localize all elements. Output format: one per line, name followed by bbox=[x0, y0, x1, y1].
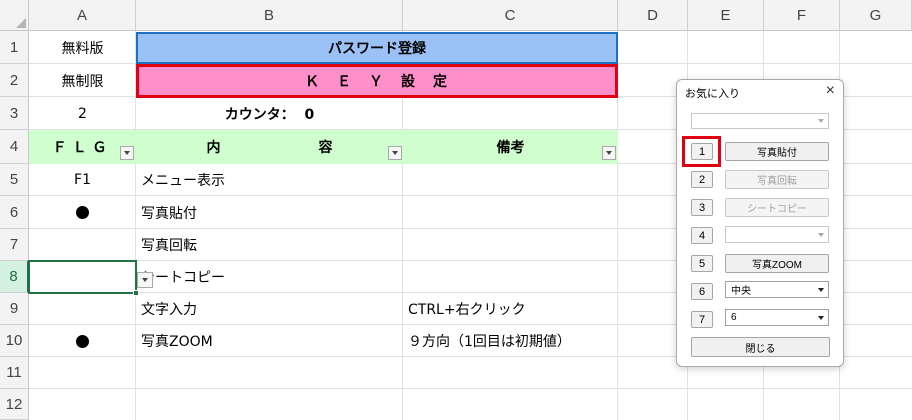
column-header-d[interactable]: D bbox=[618, 0, 688, 31]
cell-a10[interactable] bbox=[29, 325, 136, 357]
sheet-copy-button[interactable]: シートコピー bbox=[725, 198, 829, 217]
chevron-down-icon[interactable] bbox=[814, 228, 827, 241]
select-all-corner[interactable] bbox=[0, 0, 29, 31]
column-header-c[interactable]: C bbox=[403, 0, 618, 31]
cell-b6[interactable]: 写真貼付 bbox=[136, 196, 403, 229]
cell-c10[interactable]: ９方向（1回目は初期値） bbox=[403, 325, 618, 357]
row-header-6[interactable]: 6 bbox=[0, 196, 29, 229]
key-setting-cell[interactable]: Ｋ Ｅ Ｙ 設 定 bbox=[136, 64, 618, 98]
count-combo[interactable]: 6 bbox=[725, 309, 829, 326]
cell-b8[interactable]: シートコピー bbox=[136, 261, 403, 293]
number-button-7[interactable]: 7 bbox=[691, 311, 713, 328]
column-header-a[interactable]: A bbox=[29, 0, 136, 31]
dialog-title: お気に入り bbox=[685, 88, 740, 100]
chevron-down-icon[interactable] bbox=[814, 115, 827, 127]
cell-a1[interactable]: 無料版 bbox=[29, 31, 136, 64]
row-header-10[interactable]: 10 bbox=[0, 325, 29, 357]
column-header-f[interactable]: F bbox=[764, 0, 840, 31]
counter-cell[interactable]: カウンタ： 0 bbox=[136, 97, 403, 130]
row-header-2[interactable]: 2 bbox=[0, 64, 29, 97]
row-header-11[interactable]: 11 bbox=[0, 357, 29, 389]
row-header-9[interactable]: 9 bbox=[0, 293, 29, 325]
photo-paste-button[interactable]: 写真貼付 bbox=[725, 142, 829, 161]
row-header-12[interactable]: 12 bbox=[0, 389, 29, 420]
row-header-8[interactable]: 8 bbox=[0, 261, 29, 293]
photo-zoom-button[interactable]: 写真ZOOM bbox=[725, 254, 829, 273]
filter-dropdown-icon[interactable] bbox=[388, 146, 402, 160]
chevron-down-icon[interactable] bbox=[814, 311, 827, 324]
grid-line bbox=[29, 388, 912, 389]
flag-dot-icon bbox=[76, 334, 89, 348]
password-register-cell[interactable]: パスワード登録 bbox=[136, 32, 618, 64]
selected-cell-a8[interactable] bbox=[28, 260, 137, 294]
photo-rotate-button[interactable]: 写真回転 bbox=[725, 170, 829, 189]
column-header-g[interactable]: G bbox=[840, 0, 912, 31]
filter-dropdown-icon[interactable] bbox=[602, 146, 616, 160]
cell-b10[interactable]: 写真ZOOM bbox=[136, 325, 403, 357]
position-combo[interactable]: 中央 bbox=[725, 281, 829, 298]
header-remarks[interactable]: 備考 bbox=[403, 130, 618, 164]
cell-a3[interactable]: 2 bbox=[29, 97, 136, 130]
row-header-7[interactable]: 7 bbox=[0, 229, 29, 261]
column-header-e[interactable]: E bbox=[688, 0, 764, 31]
cell-a5[interactable]: F1 bbox=[29, 164, 136, 196]
cell-a6[interactable] bbox=[29, 196, 136, 229]
select-all-triangle-icon bbox=[16, 18, 26, 28]
cell-b5[interactable]: メニュー表示 bbox=[136, 164, 403, 196]
number-button-2[interactable]: 2 bbox=[691, 171, 713, 188]
chevron-down-icon[interactable] bbox=[814, 283, 827, 296]
number-button-4[interactable]: 4 bbox=[691, 227, 713, 244]
row-header-3[interactable]: 3 bbox=[0, 97, 29, 130]
position-combo-value: 中央 bbox=[731, 286, 751, 297]
favorites-combo[interactable] bbox=[691, 113, 829, 129]
column-header-b[interactable]: B bbox=[136, 0, 403, 31]
number-button-3[interactable]: 3 bbox=[691, 199, 713, 216]
number-button-5[interactable]: 5 bbox=[691, 255, 713, 272]
cell-c9[interactable]: CTRL+右クリック bbox=[403, 293, 618, 325]
filter-dropdown-icon[interactable] bbox=[120, 146, 134, 160]
number-button-6[interactable]: 6 bbox=[691, 283, 713, 300]
count-combo-value: 6 bbox=[731, 312, 737, 323]
row-header-4[interactable]: 4 bbox=[0, 130, 29, 164]
close-button[interactable]: 閉じる bbox=[691, 337, 830, 357]
cell-b7[interactable]: 写真回転 bbox=[136, 229, 403, 261]
list-dropdown-icon[interactable] bbox=[137, 272, 153, 288]
close-icon[interactable]: × bbox=[826, 82, 835, 100]
header-content[interactable]: 内 容 bbox=[136, 130, 403, 164]
flag-dot-icon bbox=[76, 206, 89, 219]
option-combo-4[interactable] bbox=[725, 226, 829, 243]
row-header-5[interactable]: 5 bbox=[0, 164, 29, 196]
cell-b9[interactable]: 文字入力 bbox=[136, 293, 403, 325]
row-header-1[interactable]: 1 bbox=[0, 31, 29, 64]
cell-a2[interactable]: 無制限 bbox=[29, 64, 136, 97]
number-button-1[interactable]: 1 bbox=[691, 143, 713, 160]
favorites-dialog: お気に入り × 1 写真貼付 2 写真回転 3 シートコピー 4 5 写真ZOO… bbox=[676, 79, 844, 367]
